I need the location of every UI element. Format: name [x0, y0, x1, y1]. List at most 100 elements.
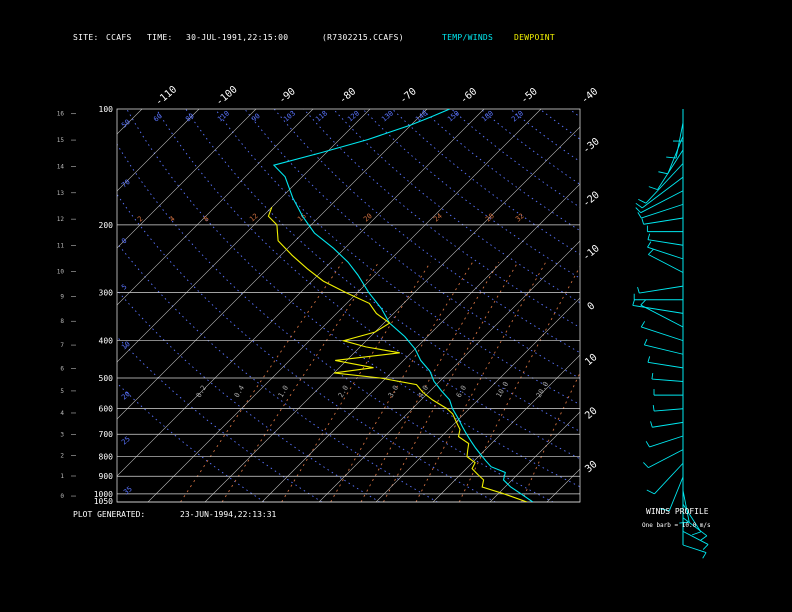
wind-barb-flag: [637, 287, 640, 294]
isotherm-label-right: -10: [581, 243, 602, 263]
adiabat-label: 90: [250, 112, 262, 124]
height-tick-label: 1: [60, 473, 64, 480]
pressure-tick-label: 600: [99, 404, 114, 413]
dry-adiabat-line: [776, 109, 792, 502]
height-tick-label: 6: [60, 365, 64, 372]
dry-adiabat-line: [628, 109, 792, 502]
dry-adiabat-line: [658, 109, 792, 502]
dry-adiabat-line: [273, 109, 580, 354]
dry-adiabat-line: [185, 109, 580, 432]
dry-adiabat-line: [717, 109, 792, 502]
isotherm-line: [147, 109, 542, 502]
mixing-ratio-label: 8: [202, 215, 210, 224]
wind-barb-flag: [640, 321, 646, 328]
wind-barb-flag: [658, 171, 668, 175]
mixing-ratio-line: [521, 371, 580, 502]
adiabat-label: 118: [314, 109, 329, 123]
mixing-ratio-label-low: 1.0: [277, 384, 290, 399]
mixing-ratio-label: 4: [168, 215, 176, 224]
dry-adiabat-line: [332, 109, 580, 304]
wind-barb-flag: [648, 186, 658, 191]
isotherm-line: [117, 109, 485, 477]
wind-barb-flag: [635, 202, 643, 209]
isotherms-layer: [117, 109, 580, 502]
mixing-ratio-label-low: 0.4: [233, 384, 246, 399]
pressure-tick-label: 800: [99, 453, 114, 462]
dry-adiabat-line: [421, 109, 580, 232]
wind-barb: [654, 408, 684, 412]
dry-adiabat-line: [746, 109, 792, 502]
adiabat-label: 210: [510, 109, 525, 123]
height-tick-label: 10: [57, 268, 65, 275]
wind-barb: [643, 217, 684, 225]
dry-adiabat-line: [117, 382, 265, 502]
pressure-tick-label: 200: [99, 221, 114, 230]
wind-barb-flag: [650, 421, 653, 428]
wind-barb: [647, 361, 684, 369]
height-tick-label: 5: [60, 388, 64, 395]
dry-adiabats-layer: [117, 109, 792, 502]
adiabat-label: 180: [480, 109, 495, 123]
height-tick-label: 8: [60, 318, 64, 325]
wind-barb-flag: [641, 218, 645, 225]
isotherm-label-top: -60: [458, 86, 479, 106]
mixing-ratio-label-low: 6.0: [455, 384, 468, 399]
mixing-ratio-line: [458, 265, 580, 502]
wind-barb-flag: [652, 404, 655, 412]
wind-barb: [641, 203, 684, 219]
temperature-line: [272, 109, 534, 502]
wind-barb: [632, 304, 684, 314]
isotherm-line: [117, 109, 371, 363]
adiabat-label-left: 35: [122, 485, 134, 497]
isotherm-label-top: -100: [214, 84, 240, 108]
wind-barb-flag: [646, 489, 655, 495]
mixing-ratio-label-low: 10.0: [495, 380, 510, 399]
dry-adiabat-line: [687, 109, 792, 502]
isotherm-line: [117, 109, 200, 192]
mixing-ratio-label: 12: [248, 212, 260, 224]
wind-barb-flag: [637, 212, 642, 219]
isotherm-line: [117, 109, 143, 135]
wind-barb-flag: [700, 535, 708, 541]
height-tick-label: 9: [60, 294, 64, 301]
height-tick-label: 13: [57, 190, 65, 197]
isotherm-label-right: 20: [583, 405, 599, 421]
wind-barb-flag: [632, 299, 635, 306]
height-tick-label: 7: [60, 342, 64, 349]
isotherm-label-top: -110: [154, 84, 180, 108]
isotherm-line: [432, 354, 580, 502]
height-tick-label: 4: [60, 410, 64, 417]
isotherm-label-right: -30: [581, 136, 602, 156]
pressure-tick-label: 400: [99, 337, 114, 346]
dry-adiabat-line: [214, 109, 580, 406]
wind-barb: [652, 421, 684, 428]
isotherm-label-top: -40: [579, 86, 600, 106]
wind-barb: [644, 344, 684, 355]
height-tick-label: 3: [60, 431, 64, 438]
isotherm-line: [117, 109, 314, 306]
pressure-tick-label: 300: [99, 289, 114, 298]
dry-adiabat-line: [599, 109, 792, 502]
wind-barb-flag: [702, 544, 709, 550]
wind-barb-flag: [647, 233, 651, 240]
mixing-ratio-label: 24: [432, 212, 444, 224]
pressure-tick-label: 500: [99, 374, 114, 383]
mixing-ratio-label-low: 20.0: [535, 380, 550, 399]
plot-generated-label: PLOT GENERATED:: [73, 510, 146, 519]
wind-barb-flag: [647, 356, 651, 363]
dry-adiabat-line: [126, 109, 580, 488]
wind-barb-flag: [651, 373, 654, 380]
wind-barb-flag: [645, 441, 650, 448]
height-tick-label: 16: [57, 111, 65, 118]
wind-barb: [645, 163, 684, 204]
plot-generated-value: 23-JUN-1994,22:13:31: [180, 510, 277, 519]
adiabat-label-left: 5: [120, 283, 128, 292]
isotherm-line: [204, 126, 580, 502]
isotherm-label-right: -20: [581, 190, 602, 210]
dry-adiabat-line: [117, 336, 323, 502]
height-tick-label: 14: [57, 163, 65, 170]
wind-barb-flag: [702, 552, 707, 559]
wind-barb: [667, 136, 684, 174]
wind-barb-flag: [691, 531, 701, 536]
isotherm-line: [375, 297, 580, 502]
